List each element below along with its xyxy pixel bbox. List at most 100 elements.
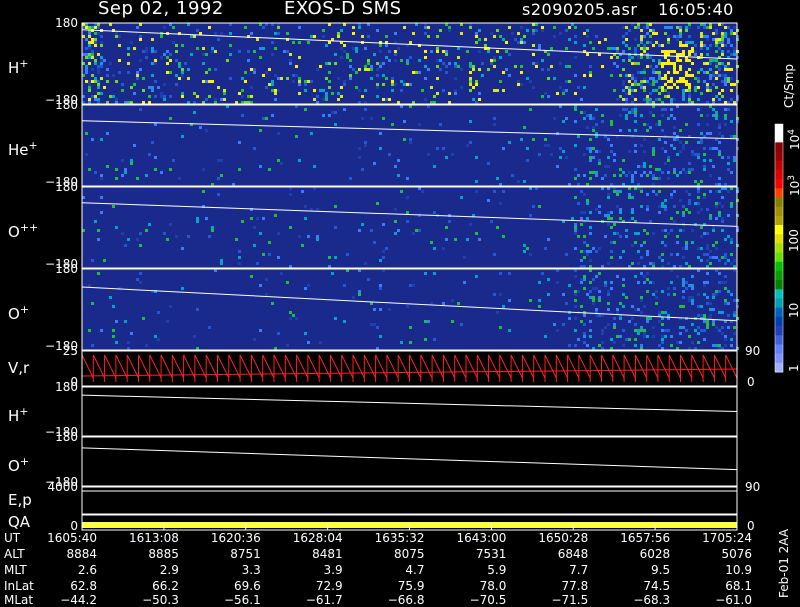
panel-label-6: O+ [8, 454, 29, 474]
ephemeris-cell: −50.3 [142, 593, 179, 607]
panel-label-sup: + [28, 138, 38, 152]
ephemeris-row-label: ALT [4, 547, 25, 561]
ephemeris-cell: 8751 [230, 547, 261, 561]
ephemeris-cell: 5.9 [487, 563, 507, 577]
ephemeris-cell: 1643:00 [456, 531, 507, 545]
ephemeris-cell: 6848 [557, 547, 589, 561]
panel-label-8: QA [8, 512, 31, 531]
colorbar-tick-0: 104 [787, 128, 800, 150]
panel-label-0: H+ [8, 56, 29, 76]
ephemeris-cell: 8481 [312, 547, 343, 561]
colorbar-tick-2: 100 [787, 229, 800, 252]
colorbar-cell-14 [775, 252, 783, 263]
y-tick-top: 180 [55, 180, 78, 194]
colorbar-tick-3: 10 [787, 302, 800, 318]
colorbar-cell-10 [775, 215, 783, 226]
ephemeris-row-label: MLT [4, 563, 27, 577]
y-tick-top: 25 [62, 344, 78, 358]
ephemeris-cell: 1650:28 [538, 531, 589, 545]
colorbar-cell-13 [775, 243, 783, 254]
panel-label-sup: + [19, 302, 30, 316]
colorbar-cell-24 [775, 344, 783, 355]
y-tick-top: 4000 [47, 480, 78, 494]
colorbar-cell-1 [775, 133, 783, 143]
panel-label-text: QA [8, 512, 31, 531]
panel-frame-5 [81, 386, 738, 437]
ephemeris-cell: 69.6 [234, 579, 261, 593]
colorbar-cell-17 [775, 280, 783, 290]
ephemeris-cell: 74.5 [643, 579, 671, 593]
ephemeris-cell: 4.7 [405, 563, 425, 577]
panel-label-1: He+ [8, 138, 38, 158]
y-tick-top: 180 [55, 430, 78, 444]
panel-label-text: V,r [8, 358, 30, 377]
ephemeris-cell: 2.6 [77, 563, 97, 577]
ephemeris-cell: 1705:24 [702, 531, 752, 545]
ephemeris-cell: 62.8 [70, 579, 97, 593]
ephemeris-cell: 1628:04 [292, 531, 343, 545]
colorbar-tick-exp: 3 [787, 174, 797, 181]
colorbar-cell-0 [775, 124, 783, 134]
ephemeris-cell: 1657:56 [620, 531, 671, 545]
colorbar-cell-8 [775, 197, 783, 208]
y-tick-right-top: 90 [745, 344, 761, 358]
y-tick-top: 180 [55, 98, 78, 112]
panel-label-text: O [8, 222, 20, 241]
colorbar-cell-12 [775, 234, 783, 244]
ephemeris-cell: −71.5 [551, 593, 589, 607]
panel-label-sup: + [19, 404, 29, 418]
panel-label-4: V,r [8, 358, 30, 377]
ephemeris-cell: −68.3 [633, 593, 671, 607]
ephemeris-cell: 72.9 [315, 579, 343, 593]
panel-label-text: E,p [8, 490, 32, 509]
panel-label-2: O++ [8, 220, 38, 240]
ephemeris-cell: 9.5 [651, 563, 671, 577]
ephemeris-cell: −44.2 [60, 593, 97, 607]
colorbar-cell-18 [775, 289, 783, 300]
panel-label-text: O [8, 304, 20, 323]
ephemeris-row-label: InLat [4, 579, 34, 593]
ephemeris-cell: 77.8 [561, 579, 589, 593]
colorbar-cell-26 [775, 362, 783, 373]
panel-label-text: H [8, 406, 20, 425]
ephemeris-cell: 6028 [639, 547, 671, 561]
colorbar-cell-20 [775, 307, 783, 318]
ephemeris-cell: 1613:08 [129, 531, 179, 545]
panel-label-text: He [8, 140, 29, 159]
colorbar-unit: Ct/Smp [782, 63, 796, 108]
panel-label-3: O+ [8, 302, 29, 322]
trace-line-5 [81, 394, 738, 412]
ephemeris-cell: 75.9 [397, 579, 425, 593]
colorbar-cell-9 [775, 206, 783, 217]
ephemeris-cell: −66.8 [387, 593, 425, 607]
ephemeris-cell: 8075 [393, 547, 425, 561]
ephemeris-cell: 1605:40 [47, 531, 97, 545]
ephemeris-cell: 7.7 [569, 563, 589, 577]
velocity-trace [81, 354, 738, 382]
colorbar-cell-4 [775, 160, 783, 171]
colorbar-cell-5 [775, 169, 783, 180]
chart-canvas [81, 22, 784, 531]
colorbar-tick-exp: 4 [787, 128, 797, 135]
y-tick-top: 180 [55, 16, 78, 30]
y-tick-right-top: 90 [745, 480, 761, 494]
colorbar-cell-11 [775, 225, 783, 235]
colorbar-cell-3 [775, 151, 783, 162]
colorbar-cell-25 [775, 353, 783, 364]
ephemeris-cell: −61.7 [305, 593, 343, 607]
panel-label-sup: ++ [19, 220, 39, 234]
ephemeris-cell: 1620:36 [210, 531, 261, 545]
ephemeris-cell: 78.0 [479, 579, 507, 593]
y-tick-right-bottom: 0 [747, 375, 755, 389]
colorbar-cell-2 [775, 142, 783, 153]
spectrogram-bg-1 [82, 105, 737, 186]
panel-label-5: H+ [8, 404, 29, 424]
ephemeris-cell: 3.9 [323, 563, 343, 577]
ephemeris-cell: 68.1 [725, 579, 752, 593]
ephemeris-cell: 1635:32 [374, 531, 425, 545]
ephemeris-cell: 8884 [66, 547, 97, 561]
ephemeris-row-label: MLat [4, 593, 34, 607]
ephemeris-cell: 2.9 [159, 563, 179, 577]
ephemeris-cell: −61.0 [715, 593, 752, 607]
panel-label-text: O [8, 456, 20, 475]
